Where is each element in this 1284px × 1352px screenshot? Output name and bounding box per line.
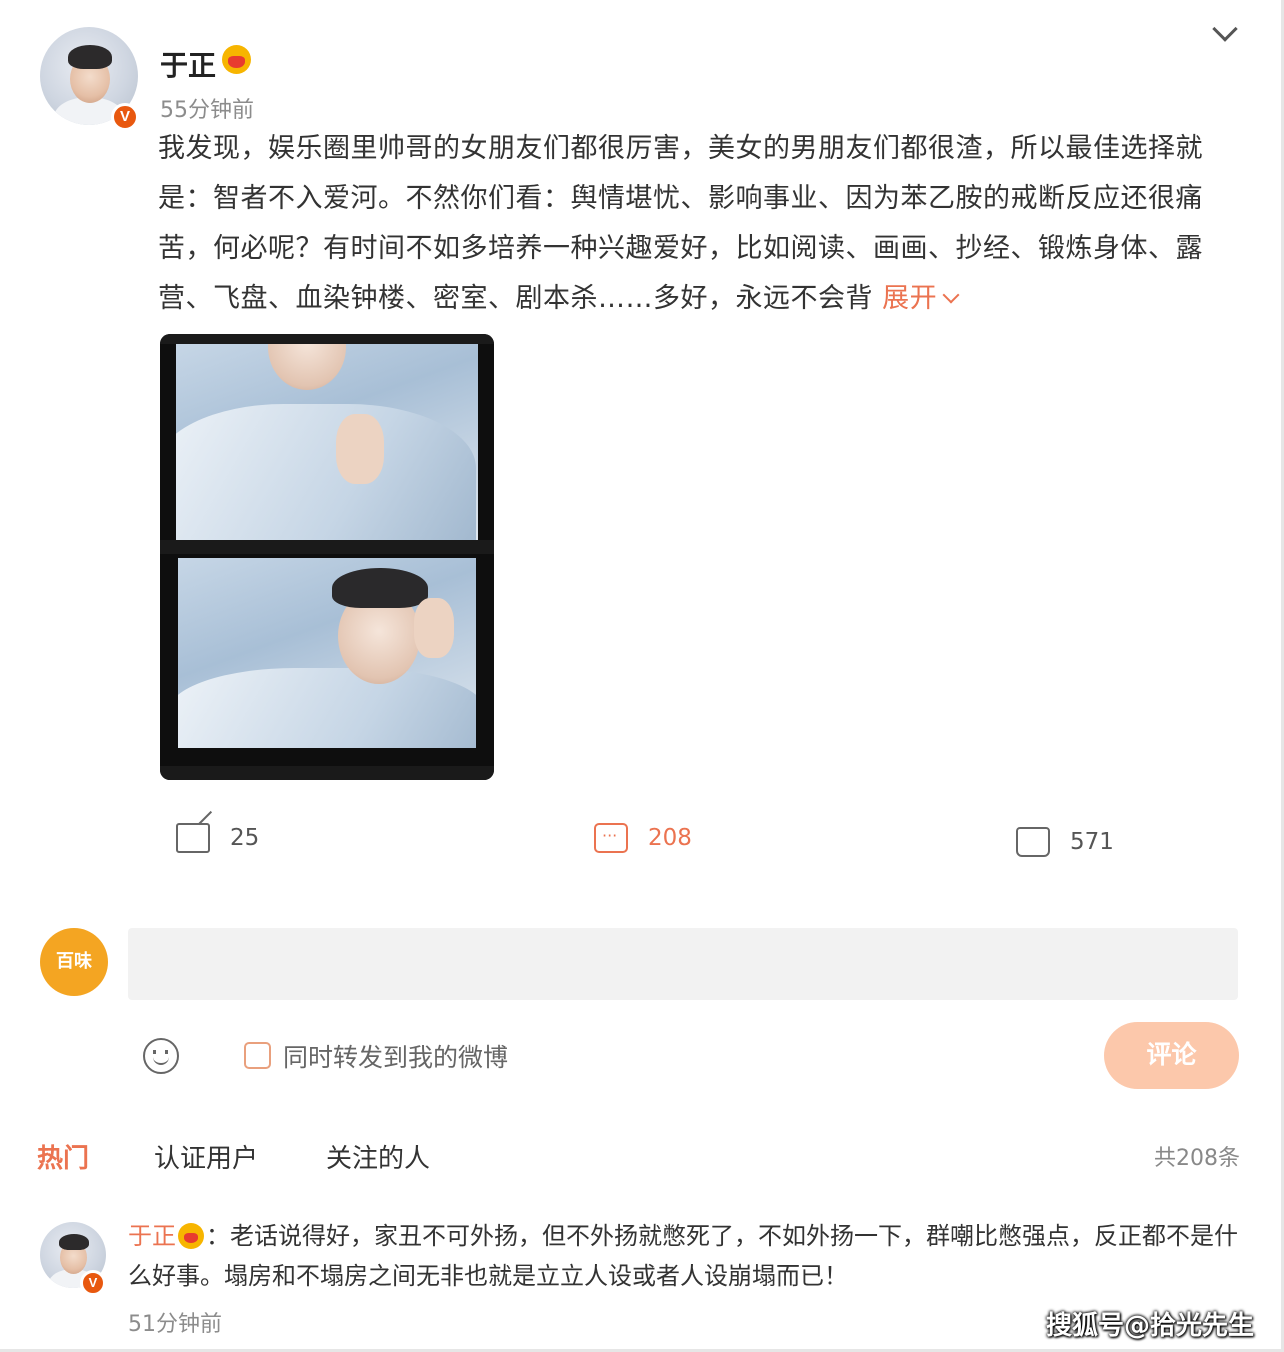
comment-body: ：老话说得好，家丑不可外扬，但不外扬就憋死了，不如外扬一下，群嘲比憋强点，反正都… — [128, 1222, 1238, 1290]
comment-total: 共208条 — [1154, 1146, 1240, 1171]
like-count: 571 — [1070, 829, 1114, 855]
comment-tabs: 热门 认证用户 关注的人 — [0, 1138, 1284, 1178]
thumbs-up-icon — [1016, 827, 1050, 857]
comment-time: 51分钟前 — [128, 1312, 222, 1337]
expand-link[interactable]: 展开 — [882, 283, 960, 314]
crown-badge-icon — [222, 45, 251, 74]
photo-frame-top — [176, 344, 478, 540]
repost-label: 同时转发到我的微博 — [283, 1043, 509, 1072]
verified-badge-icon: V — [111, 103, 139, 131]
like-button[interactable]: 571 — [1016, 822, 1114, 862]
smiley-icon[interactable] — [143, 1038, 179, 1074]
comment-input[interactable] — [128, 928, 1238, 1000]
author-name[interactable]: 于正 — [160, 44, 216, 84]
film-edge — [160, 334, 494, 344]
post-text: 我发现，娱乐圈里帅哥的女朋友们都很厉害，美女的男朋友们都很渣，所以最佳选择就是：… — [158, 124, 1238, 324]
comment-text: 于正 ：老话说得好，家丑不可外扬，但不外扬就憋死了，不如外扬一下，群嘲比憋强点，反… — [128, 1216, 1238, 1296]
comment-count: 208 — [648, 825, 692, 851]
post-body: 我发现，娱乐圈里帅哥的女朋友们都很厉害，美女的男朋友们都很渣，所以最佳选择就是：… — [158, 133, 1203, 314]
comment-submit-button[interactable]: 评论 — [1104, 1022, 1239, 1089]
verified-badge-icon: V — [80, 1270, 106, 1296]
tab-verified-users[interactable]: 认证用户 — [154, 1138, 258, 1175]
expand-label: 展开 — [882, 283, 938, 314]
comment-button[interactable]: 208 — [594, 818, 692, 858]
photo-frame-bottom — [178, 558, 476, 748]
crown-badge-icon — [178, 1223, 204, 1249]
tab-hot[interactable]: 热门 — [37, 1138, 89, 1175]
current-user-avatar[interactable]: 百味 — [40, 928, 108, 996]
share-icon — [176, 823, 210, 853]
post-time: 55分钟前 — [160, 98, 254, 123]
share-count: 25 — [230, 825, 260, 851]
tab-following[interactable]: 关注的人 — [326, 1138, 430, 1175]
watermark: 搜狐号@拾光先生 — [1045, 1311, 1254, 1341]
chevron-down-icon — [942, 286, 960, 304]
post-photo[interactable] — [160, 334, 494, 780]
film-edge — [160, 766, 494, 780]
film-divider — [160, 540, 494, 554]
repost-checkbox[interactable] — [244, 1042, 271, 1069]
comment-author-name[interactable]: 于正 — [128, 1222, 176, 1250]
comment-icon — [594, 823, 628, 853]
share-button[interactable]: 25 — [176, 818, 259, 858]
